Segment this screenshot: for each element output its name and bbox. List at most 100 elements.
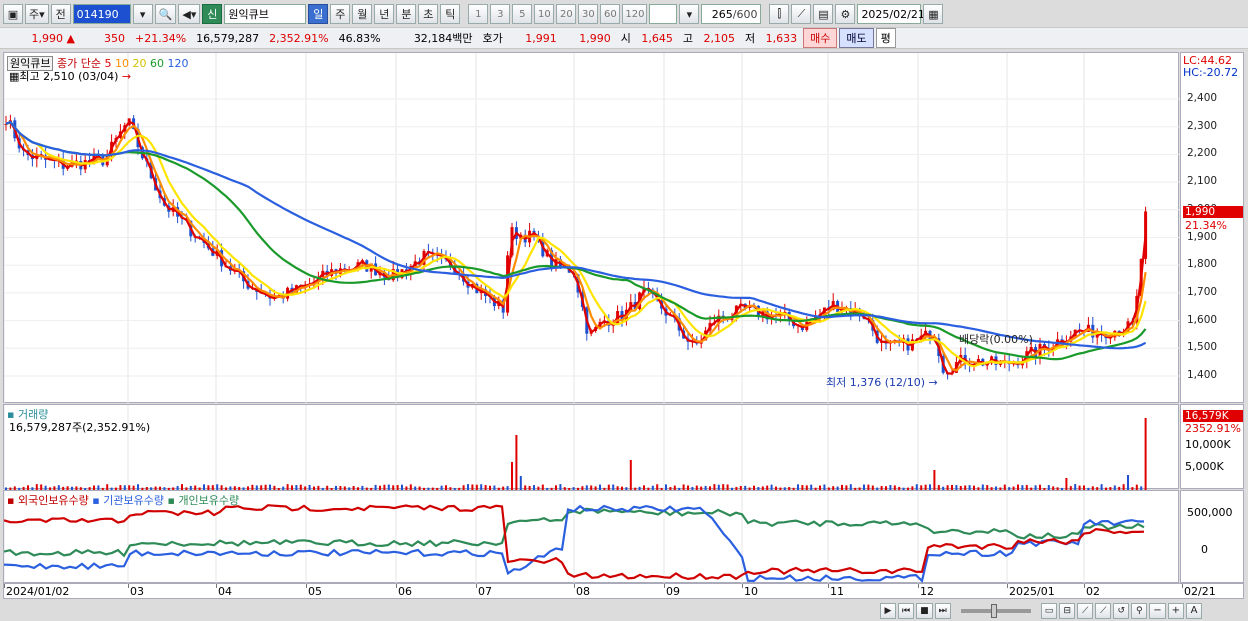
search-icon[interactable]: 🔍 xyxy=(154,4,177,24)
date-tick-mark xyxy=(742,584,743,588)
volume-tick-10000k: 10,000K xyxy=(1185,438,1231,451)
date-input[interactable]: 2025/02/21 xyxy=(857,4,925,24)
holdings-axis: 500,000 0 xyxy=(1180,490,1244,583)
interval-1[interactable]: 1 xyxy=(468,4,489,24)
sell-button[interactable]: 매도 xyxy=(839,28,874,48)
date-tick: 06 xyxy=(398,585,412,598)
price-tick: 1,500 xyxy=(1187,341,1218,354)
period-month[interactable]: 월 xyxy=(352,4,373,24)
low-price: 1,633 xyxy=(765,31,798,45)
volume-panel[interactable]: ▪ 거래량 16,579,287주(2,352.91%) xyxy=(3,404,1180,490)
ask-price: 1,991 xyxy=(525,31,557,45)
date-tick-mark xyxy=(396,584,397,588)
interval-30[interactable]: 30 xyxy=(578,4,599,24)
period-day[interactable]: 일 xyxy=(308,4,329,24)
zoom-slider[interactable] xyxy=(960,603,1031,618)
date-tick: 07 xyxy=(478,585,492,598)
replay-icon[interactable]: ↺ xyxy=(1113,602,1130,619)
price-tick: 2,400 xyxy=(1187,92,1218,104)
scroll-right-icon[interactable]: ▶ xyxy=(880,602,896,619)
interval-120[interactable]: 120 xyxy=(622,4,648,24)
stock-name-field[interactable]: 원익큐브 xyxy=(224,4,307,24)
price-chart-svg xyxy=(4,53,1180,404)
layout-icon[interactable]: ▣ xyxy=(3,4,23,24)
candle-icon[interactable]: ⫿ xyxy=(769,4,790,24)
interval-5[interactable]: 5 xyxy=(512,4,533,24)
period-minute[interactable]: 분 xyxy=(396,4,417,24)
zoom-in-icon[interactable]: + xyxy=(1167,602,1185,619)
prev-button[interactable]: 전 xyxy=(50,4,71,24)
gear-icon[interactable]: ⚙ xyxy=(835,4,856,24)
code-dropdown-icon[interactable]: ▾ xyxy=(132,4,153,24)
interval-60[interactable]: 60 xyxy=(600,4,621,24)
interval-custom-input[interactable] xyxy=(649,4,678,24)
rewind-icon[interactable]: ⏮ xyxy=(898,602,915,619)
retail-holdings-text: 개인보유수량 xyxy=(178,494,240,507)
volume-bar xyxy=(933,470,936,490)
interval-dropdown-icon[interactable]: ▾ xyxy=(679,4,700,24)
balance-button[interactable]: 평 xyxy=(875,28,896,48)
price-tick: 1,900 xyxy=(1187,230,1218,243)
volume-bar xyxy=(519,476,522,490)
draw-tool-icon[interactable]: ⟋ xyxy=(791,4,812,24)
date-tick-mark xyxy=(476,584,477,588)
price-value: 1,990 xyxy=(31,31,64,45)
date-tick-mark xyxy=(128,584,129,588)
holdings-tick-500000: 500,000 xyxy=(1187,506,1233,519)
period-year[interactable]: 년 xyxy=(374,4,395,24)
volume-tick-5000k: 5,000K xyxy=(1185,460,1224,473)
high-note-text: 최고 2,510 (03/04) xyxy=(19,70,119,83)
volume-axis: 16,579K 2352.91% 10,000K 5,000K xyxy=(1180,404,1244,489)
price-chart-panel[interactable]: 원익큐브 종가 단순 5 10 20 60 120 ▦최고 2,510 (03/… xyxy=(3,52,1180,404)
interval-20[interactable]: 20 xyxy=(556,4,577,24)
period-week[interactable]: 주 xyxy=(330,4,351,24)
zoom-out-icon[interactable]: − xyxy=(1149,602,1166,619)
period-tick[interactable]: 틱 xyxy=(440,4,461,24)
stock-code-input[interactable]: 014190 xyxy=(72,4,131,24)
holdings-panel[interactable]: ▪ 외국인보유수량 ▪ 기관보유수량 ▪ 개인보유수량 xyxy=(3,490,1180,584)
volume-bar xyxy=(1065,478,1068,490)
low-note-text: 최저 1,376 (12/10) xyxy=(826,376,926,389)
ma-120-label: 120 xyxy=(167,57,189,70)
volume-bar xyxy=(515,435,518,490)
date-tick: 08 xyxy=(576,585,590,598)
count-field[interactable]: 265/600 xyxy=(701,4,762,24)
interval-10[interactable]: 10 xyxy=(534,4,555,24)
price-tick: 2,100 xyxy=(1187,175,1218,188)
price-tick: 2,300 xyxy=(1187,119,1218,132)
date-tick-mark xyxy=(664,584,665,588)
market-select[interactable]: 주 ▾ xyxy=(25,4,49,24)
date-tick: 2024/01/02 xyxy=(6,585,70,598)
new-badge: 신 xyxy=(202,4,223,24)
calendar-icon[interactable]: ▦ xyxy=(923,4,944,24)
stop-icon[interactable]: ■ xyxy=(916,602,933,619)
period-second[interactable]: 초 xyxy=(418,4,439,24)
zoom-fit-icon[interactable]: ▭ xyxy=(1040,602,1058,619)
buy-button[interactable]: 매수 xyxy=(803,28,838,48)
magnify-icon[interactable]: ⚲ xyxy=(1131,602,1148,619)
volume-chart-svg xyxy=(4,405,1180,490)
moving-average-line xyxy=(5,120,1147,350)
font-size-icon[interactable]: A xyxy=(1186,602,1203,619)
holdings-tick-0: 0 xyxy=(1201,543,1208,556)
high-label: 고 xyxy=(682,32,694,45)
fast-forward-icon[interactable]: ⏭ xyxy=(934,602,951,619)
zoom-range-icon[interactable]: ⊟ xyxy=(1059,602,1076,619)
high-note: ▦최고 2,510 (03/04) → xyxy=(9,70,132,83)
trend-draw-icon[interactable]: ⟋ xyxy=(1095,602,1112,619)
trend-up-icon[interactable]: ⟋ xyxy=(1077,602,1094,619)
low-label: 저 xyxy=(745,32,756,45)
save-icon[interactable]: ▤ xyxy=(813,4,834,24)
low-note: 최저 1,376 (12/10) → xyxy=(826,376,938,389)
calendar-small-icon[interactable]: ▦ xyxy=(9,70,19,83)
volume-bar xyxy=(511,462,513,490)
foreign-holdings-label: ▪ 외국인보유수량 xyxy=(7,494,89,507)
date-tick: 09 xyxy=(666,585,680,598)
count-value: 265 xyxy=(711,7,733,21)
price-tick: 1,700 xyxy=(1187,285,1218,298)
zoom-slider-handle[interactable] xyxy=(990,603,997,618)
date-tick: 02/21 xyxy=(1184,585,1216,598)
price-tick: 2,200 xyxy=(1187,147,1218,160)
sound-icon[interactable]: ◀▾ xyxy=(178,4,201,24)
interval-3[interactable]: 3 xyxy=(490,4,511,24)
